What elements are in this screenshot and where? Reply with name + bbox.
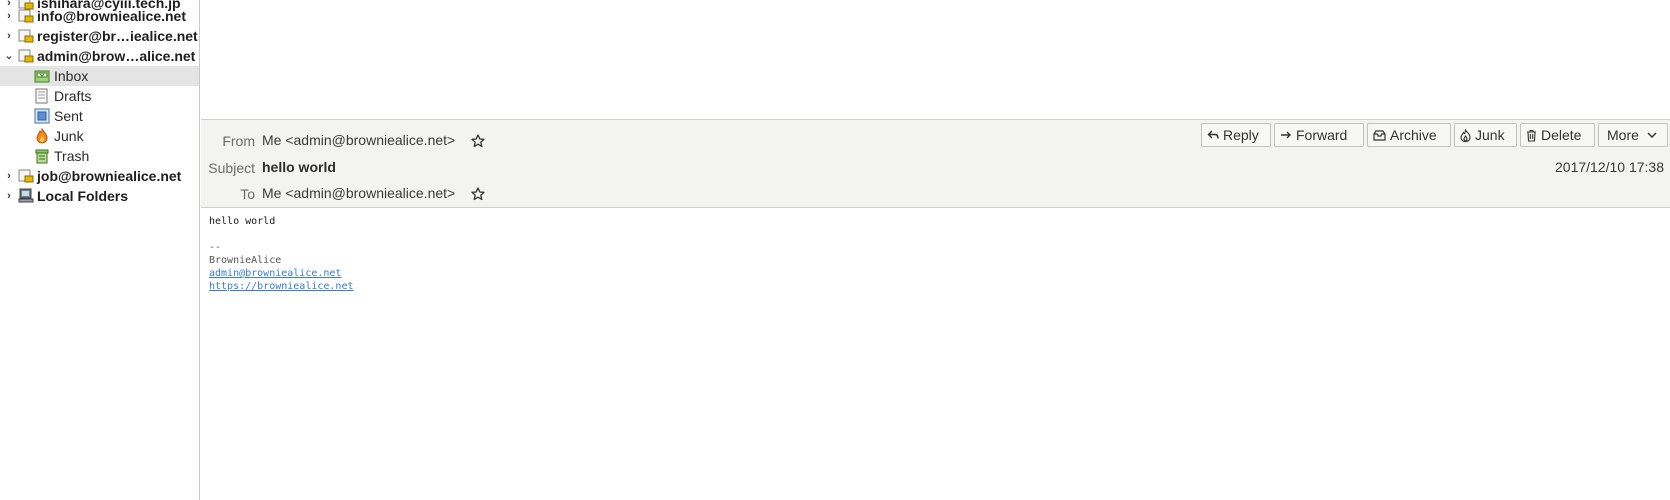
forward-arrow-icon xyxy=(1281,131,1291,139)
message-date: 2017/12/10 17:38 xyxy=(1555,159,1664,175)
subject-label: Subject xyxy=(208,160,255,176)
folder-label: Drafts xyxy=(54,88,92,104)
junk-icon xyxy=(36,128,48,144)
signature-email-link[interactable]: admin@browniealice.net xyxy=(209,268,341,279)
folder-item-inbox[interactable]: Inbox xyxy=(0,66,199,86)
message-list-pane[interactable] xyxy=(201,0,1670,120)
junk-button[interactable]: Junk xyxy=(1454,123,1517,147)
body-text: hello world xyxy=(209,216,276,227)
more-button[interactable]: More xyxy=(1598,123,1668,147)
to-label: To xyxy=(240,186,255,202)
computer-icon xyxy=(18,188,34,203)
account-label: info@browniealice.net xyxy=(37,8,187,24)
account-row[interactable]: ⌄ admin@brow…alice.net xyxy=(0,46,199,66)
folder-label: Inbox xyxy=(54,68,89,84)
account-lock-icon xyxy=(18,29,34,43)
account-row[interactable]: › register@br…iealice.net xyxy=(0,26,199,46)
star-icon[interactable] xyxy=(471,134,485,148)
account-row[interactable]: › info@browniealice.net xyxy=(0,6,199,26)
folder-pane: › ishihara@cyiii.tech.jp › info@browniea… xyxy=(0,0,200,500)
chevron-right-icon[interactable]: › xyxy=(4,10,14,22)
account-lock-icon xyxy=(18,9,34,23)
signature-url-link[interactable]: https://browniealice.net xyxy=(209,281,354,292)
folder-label: Junk xyxy=(54,128,84,144)
folder-item-sent[interactable]: Sent xyxy=(0,106,199,126)
message-header: From Me <admin@browniealice.net> Subject… xyxy=(201,120,1670,208)
subject-text: hello world xyxy=(262,159,336,175)
from-label: From xyxy=(222,133,255,149)
forward-button[interactable]: Forward xyxy=(1274,123,1364,147)
account-label: Local Folders xyxy=(37,188,129,204)
folder-item-trash[interactable]: Trash xyxy=(0,146,199,166)
chevron-right-icon[interactable]: › xyxy=(4,190,14,202)
to-address[interactable]: Me <admin@browniealice.net> xyxy=(262,185,455,201)
reply-icon xyxy=(1207,130,1219,139)
sent-icon xyxy=(34,108,50,124)
from-address[interactable]: Me <admin@browniealice.net> xyxy=(262,132,455,148)
account-label: job@browniealice.net xyxy=(37,168,182,184)
signature-separator: -- xyxy=(209,242,222,253)
chevron-right-icon[interactable]: › xyxy=(4,30,14,42)
star-icon[interactable] xyxy=(471,187,485,201)
archive-icon xyxy=(1373,130,1386,141)
junk-label: Junk xyxy=(1475,127,1505,143)
reply-label: Reply xyxy=(1223,127,1259,143)
folder-item-drafts[interactable]: Drafts xyxy=(0,86,199,106)
folder-label: Sent xyxy=(54,108,83,124)
chevron-right-icon[interactable]: › xyxy=(4,170,14,182)
forward-label: Forward xyxy=(1296,127,1348,143)
account-lock-icon xyxy=(18,49,34,63)
archive-button[interactable]: Archive xyxy=(1367,123,1451,147)
trash-icon xyxy=(35,149,49,164)
drafts-icon xyxy=(35,88,48,104)
account-label: admin@brow…alice.net xyxy=(37,48,196,64)
more-label: More xyxy=(1607,127,1639,143)
account-row[interactable]: › Local Folders xyxy=(0,186,199,206)
chevron-down-icon[interactable]: ⌄ xyxy=(4,50,14,62)
account-lock-icon xyxy=(18,169,34,183)
signature-name: BrownieAlice xyxy=(209,255,282,266)
chevron-down-icon xyxy=(1647,132,1657,139)
folder-item-junk[interactable]: Junk xyxy=(0,126,199,146)
delete-label: Delete xyxy=(1541,127,1582,143)
message-body[interactable]: hello world -- BrownieAlice admin@browni… xyxy=(201,209,1670,500)
folder-label: Trash xyxy=(54,148,90,164)
delete-button[interactable]: Delete xyxy=(1520,123,1595,147)
archive-label: Archive xyxy=(1390,127,1437,143)
reply-button[interactable]: Reply xyxy=(1201,123,1271,147)
flame-icon xyxy=(1460,128,1471,142)
account-label: register@br…iealice.net xyxy=(37,28,198,44)
mail-client-window: › ishihara@cyiii.tech.jp › info@browniea… xyxy=(0,0,1670,500)
trash-can-icon xyxy=(1527,129,1536,142)
inbox-icon xyxy=(34,70,50,83)
account-row[interactable]: › job@browniealice.net xyxy=(0,166,199,186)
